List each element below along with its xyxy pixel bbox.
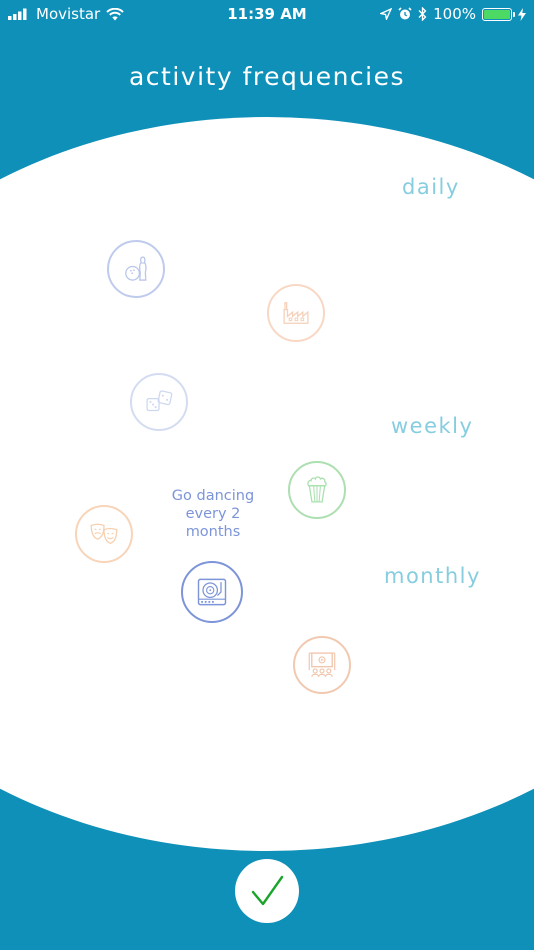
checkmark-icon (251, 875, 284, 906)
label-monthly: monthly (384, 564, 481, 588)
label-weekly: weekly (391, 414, 474, 438)
turntable-icon (197, 578, 227, 606)
activity-bowling[interactable] (107, 240, 165, 298)
activity-factory[interactable] (267, 284, 325, 342)
status-bar: Movistar 11:39 AM 100% (0, 0, 534, 30)
factory-icon (283, 302, 309, 324)
selected-activity-caption: Go dancing every 2 months (171, 488, 255, 540)
activity-dancing-selected[interactable] (181, 561, 243, 623)
label-daily: daily (402, 175, 460, 199)
page-title: activity frequencies (128, 62, 406, 91)
location-arrow-icon (380, 8, 393, 20)
battery-icon (482, 7, 515, 21)
popcorn-icon (307, 476, 327, 503)
cinema-icon (308, 652, 336, 678)
status-right: 100% (380, 5, 526, 23)
confirm-button[interactable] (235, 859, 299, 923)
activity-cinema[interactable] (293, 636, 351, 694)
charging-bolt-icon (518, 7, 526, 21)
alarm-clock-icon (398, 7, 412, 20)
battery-fill (484, 9, 510, 19)
activity-dice[interactable] (130, 373, 188, 431)
bowling-icon (125, 256, 147, 281)
app-screen: Movistar 11:39 AM 100% activity frequenc… (0, 0, 534, 950)
dice-icon (146, 390, 173, 412)
activity-theater[interactable] (75, 505, 133, 563)
activity-popcorn[interactable] (288, 461, 346, 519)
battery-percent: 100% (433, 5, 476, 23)
bluetooth-icon (418, 7, 427, 21)
frequency-board (0, 117, 534, 851)
theater-masks-icon (90, 523, 118, 545)
